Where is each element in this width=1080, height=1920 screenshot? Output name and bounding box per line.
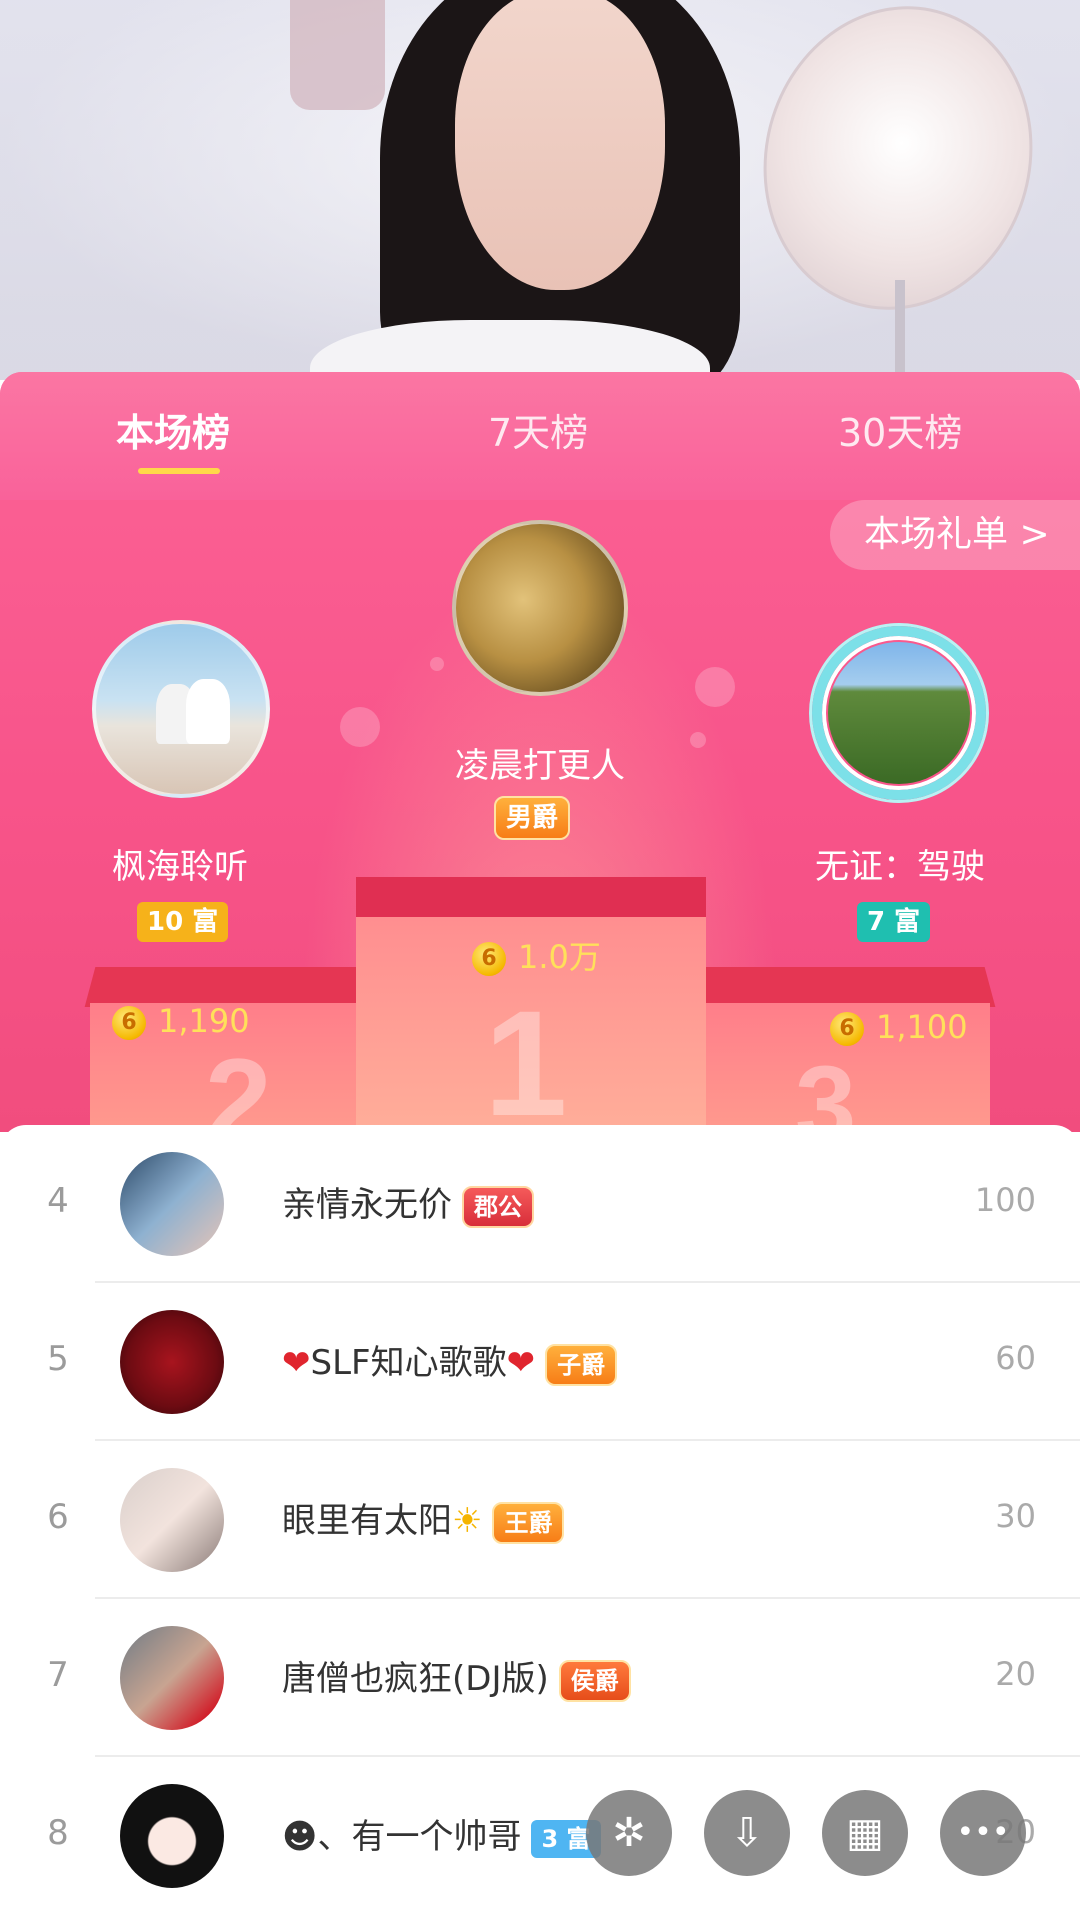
active-tab-indicator — [138, 468, 220, 474]
podium-1-number: 1 — [484, 979, 568, 1132]
rank-1-avatar[interactable] — [452, 520, 628, 696]
contribution-value: 20 — [995, 1655, 1036, 1693]
rank-number: 4 — [47, 1181, 69, 1221]
live-video — [0, 0, 1080, 380]
rank-1-name: 凌晨打更人 — [455, 746, 625, 786]
lamp-stand — [895, 280, 905, 380]
rank-number: 5 — [47, 1339, 69, 1379]
heart-icon: ❤ — [506, 1343, 536, 1383]
coin-icon: 6 — [830, 1012, 864, 1046]
noble-badge: 侯爵 — [558, 1659, 631, 1702]
user-name: 唐僧也疯狂(DJ版) 侯爵 — [282, 1651, 631, 1702]
decor-bubble — [340, 707, 380, 747]
ranking-tabs: 本场榜 7天榜 30天榜 — [0, 372, 1080, 500]
more-button[interactable]: ••• — [940, 1790, 1026, 1876]
podium-1: 1 — [356, 877, 706, 1132]
rank-1-score-value: 1.0万 — [518, 938, 601, 976]
avatar[interactable] — [120, 1784, 224, 1888]
user-name: ☻、有一个帅哥 3 富 — [282, 1809, 601, 1858]
podium-3-number: 3 — [795, 1044, 857, 1132]
streamer-face — [455, 0, 665, 290]
coin-icon: 6 — [112, 1006, 146, 1040]
tab-this-session[interactable]: 本场榜 — [116, 402, 230, 457]
contribution-value: 30 — [995, 1497, 1036, 1535]
tab-30-days[interactable]: 30天榜 — [838, 402, 962, 457]
rank-number: 6 — [47, 1497, 69, 1537]
list-item[interactable]: 4 亲情永无价 郡公 100 — [0, 1125, 1080, 1283]
noble-badge: 子爵 — [545, 1343, 618, 1386]
podium-2-top — [84, 967, 386, 1007]
avatar[interactable] — [120, 1152, 224, 1256]
contribution-value: 60 — [995, 1339, 1036, 1377]
list-item[interactable]: 5 ❤SLF知心歌歌❤ 子爵 60 — [0, 1283, 1080, 1441]
rank-2-name: 枫海聆听 — [112, 847, 248, 887]
noble-badge: 王爵 — [492, 1501, 565, 1544]
shelf-object — [290, 0, 385, 110]
coin-icon: 6 — [472, 942, 506, 976]
list-item[interactable]: 6 眼里有太阳☀ 王爵 30 — [0, 1441, 1080, 1599]
rank-3-wealth-badge: 7 富 — [857, 902, 931, 942]
decor-bubble — [695, 667, 735, 707]
list-item[interactable]: 7 唐僧也疯狂(DJ版) 侯爵 20 — [0, 1599, 1080, 1757]
avatar[interactable] — [120, 1626, 224, 1730]
rank-3-score: 6 1,100 — [830, 1008, 968, 1046]
rank-3-name: 无证：驾驶 — [815, 847, 985, 887]
podium-3: 3 — [694, 967, 996, 1132]
rank-1-noble-badge: 男爵 — [494, 796, 571, 840]
ranking-list: 4 亲情永无价 郡公 100 5 ❤SLF知心歌歌❤ 子爵 60 6 眼里有太阳☀ 王… — [0, 1125, 1080, 1920]
avatar-figure — [186, 679, 230, 744]
user-name: 眼里有太阳☀ 王爵 — [282, 1493, 565, 1544]
list-item[interactable]: 8 ☻、有一个帅哥3 富 20 — [0, 1757, 1080, 1915]
podium-3-top — [694, 967, 996, 1007]
rank-2-wealth-badge: 10 富 — [137, 902, 229, 942]
avatar[interactable] — [120, 1468, 224, 1572]
user-name: 亲情永无价 郡公 — [282, 1177, 534, 1228]
rank-2-score-value: 1,190 — [158, 1002, 250, 1040]
sun-icon: ☀ — [452, 1501, 483, 1541]
more-icon: ••• — [956, 1815, 1010, 1850]
tab-7-days[interactable]: 7天榜 — [488, 402, 588, 457]
heart-icon: ❤ — [282, 1343, 311, 1383]
rank-3-avatar[interactable] — [828, 642, 970, 784]
rank-number: 8 — [47, 1813, 69, 1853]
podium-2-number: 2 — [205, 1034, 272, 1132]
ranking-panel: 本场榜 7天榜 30天榜 本场礼单 > 2 3 1 凌晨打更人 男爵 6 1.0万… — [0, 372, 1080, 1132]
sparkle-icon: ✲ — [612, 1810, 646, 1856]
rank-2-avatar[interactable] — [92, 620, 270, 798]
avatar[interactable] — [120, 1310, 224, 1414]
download-icon: ⇩ — [730, 1810, 764, 1856]
user-name: ❤SLF知心歌歌❤ 子爵 — [282, 1335, 618, 1386]
grid-button[interactable]: ▦ — [822, 1790, 908, 1876]
grid-icon: ▦ — [846, 1810, 884, 1856]
rank-1-score: 6 1.0万 — [472, 932, 601, 978]
decor-bubble — [690, 732, 706, 748]
gift-list-button[interactable]: 本场礼单 > — [830, 500, 1080, 570]
rank-2-score: 6 1,190 — [112, 1002, 250, 1040]
podium-2: 2 — [84, 967, 386, 1132]
noble-badge: 郡公 — [462, 1185, 534, 1228]
podium-1-top — [356, 877, 706, 919]
decor-bubble — [430, 657, 444, 671]
contribution-value: 100 — [974, 1181, 1036, 1219]
rank-3-score-value: 1,100 — [876, 1008, 968, 1046]
sparkle-button[interactable]: ✲ — [586, 1790, 672, 1876]
rank-number: 7 — [47, 1655, 69, 1695]
download-button[interactable]: ⇩ — [704, 1790, 790, 1876]
